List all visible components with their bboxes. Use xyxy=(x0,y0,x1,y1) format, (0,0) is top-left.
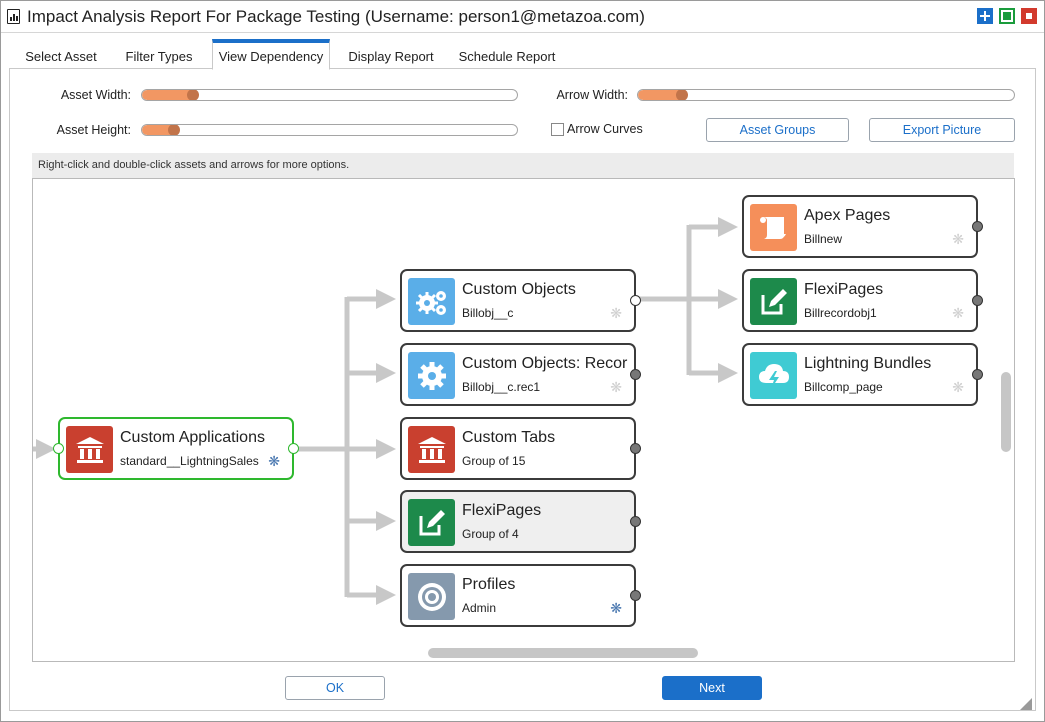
next-button[interactable]: Next xyxy=(662,676,762,700)
tab-select-asset[interactable]: Select Asset xyxy=(17,39,105,69)
output-port[interactable] xyxy=(972,221,983,232)
arrow-curves-label: Arrow Curves xyxy=(567,122,643,136)
arrow-curves-checkbox[interactable] xyxy=(551,123,564,136)
vertical-scrollbar[interactable] xyxy=(1001,372,1011,452)
asset-custom-applications[interactable]: Custom Applications standard__LightningS… xyxy=(53,417,299,480)
ok-button[interactable]: OK xyxy=(285,676,385,700)
target-icon xyxy=(408,573,455,620)
asset-title: Custom Objects xyxy=(462,281,576,298)
asterisk-icon: ❋ xyxy=(268,453,280,469)
asterisk-icon: ❋ xyxy=(952,379,964,395)
asset-profiles[interactable]: Profiles Admin ❋ xyxy=(400,564,641,627)
scroll-icon xyxy=(750,204,797,251)
slider-thumb[interactable] xyxy=(168,125,180,135)
arrow-width-label: Arrow Width: xyxy=(556,88,628,102)
output-port[interactable] xyxy=(288,443,299,454)
asset-title: Lightning Bundles xyxy=(804,355,932,372)
asset-width-slider[interactable] xyxy=(141,89,518,101)
asset-groups-button[interactable]: Asset Groups xyxy=(706,118,849,142)
asset-subtitle: Group of 15 xyxy=(462,454,526,468)
asset-subtitle: Group of 4 xyxy=(462,527,519,541)
asset-custom-object-record-types[interactable]: Custom Objects: Record Types Billobj__c.… xyxy=(400,343,641,406)
tab-schedule-report[interactable]: Schedule Report xyxy=(450,39,564,69)
asterisk-icon: ❋ xyxy=(952,231,964,247)
report-icon xyxy=(7,9,20,24)
asset-title: Custom Applications xyxy=(120,429,265,446)
asset-lightning-bundles[interactable]: Lightning Bundles Billcomp_page ❋ xyxy=(742,343,983,406)
asterisk-icon: ❋ xyxy=(610,379,622,395)
output-port[interactable] xyxy=(630,516,641,527)
output-port[interactable] xyxy=(630,295,641,306)
slider-fill xyxy=(142,90,193,100)
tab-filter-types[interactable]: Filter Types xyxy=(115,39,203,69)
asset-subtitle: Billobj__c.rec1 xyxy=(462,380,541,394)
asterisk-icon: ❋ xyxy=(952,305,964,321)
asset-title: FlexiPages xyxy=(804,281,884,298)
output-port[interactable] xyxy=(630,590,641,601)
asset-title: FlexiPages xyxy=(462,502,542,519)
asterisk-icon: ❋ xyxy=(610,305,622,321)
asset-apex-pages[interactable]: Apex Pages Billnew ❋ xyxy=(742,195,983,258)
slider-thumb[interactable] xyxy=(676,90,688,100)
impact-analysis-window: Impact Analysis Report For Package Testi… xyxy=(0,0,1045,722)
slider-thumb[interactable] xyxy=(187,90,199,100)
maximize-button[interactable] xyxy=(999,8,1015,24)
instructions-hint: Right-click and double-click assets and … xyxy=(32,153,1014,178)
asset-title: Custom Tabs xyxy=(462,429,556,446)
asset-width-label: Asset Width: xyxy=(60,88,131,102)
tab-view-dependency[interactable]: View Dependency xyxy=(212,39,330,70)
asset-flexipages-group[interactable]: FlexiPages Group of 4 xyxy=(400,490,641,553)
asset-subtitle: Billrecordobj1 xyxy=(804,306,877,320)
cloud-bolt-icon xyxy=(750,352,797,399)
edit-icon xyxy=(408,499,455,546)
asset-subtitle: Billnew xyxy=(804,232,843,246)
resize-grip[interactable] xyxy=(1020,698,1032,710)
window-title: Impact Analysis Report For Package Testi… xyxy=(27,7,645,26)
export-picture-button[interactable]: Export Picture xyxy=(869,118,1015,142)
input-port[interactable] xyxy=(53,443,64,454)
asset-custom-objects[interactable]: Custom Objects Billobj__c ❋ xyxy=(400,269,641,332)
asset-height-slider[interactable] xyxy=(141,124,518,136)
asset-flexipages[interactable]: FlexiPages Billrecordobj1 ❋ xyxy=(742,269,983,332)
output-port[interactable] xyxy=(972,295,983,306)
asset-title: Profiles xyxy=(462,576,516,593)
bank-icon xyxy=(66,426,113,473)
bank-icon xyxy=(408,426,455,473)
gears-icon xyxy=(408,278,455,325)
asset-subtitle: Admin xyxy=(462,601,497,615)
arrow-width-slider[interactable] xyxy=(637,89,1015,101)
tab-bar: Select Asset Filter Types View Dependenc… xyxy=(9,39,1036,70)
tab-display-report[interactable]: Display Report xyxy=(341,39,441,69)
close-button[interactable] xyxy=(1021,8,1037,24)
asset-custom-tabs[interactable]: Custom Tabs Group of 15 xyxy=(400,417,641,480)
output-port[interactable] xyxy=(630,369,641,380)
asset-subtitle: Billobj__c xyxy=(462,306,514,320)
add-window-button[interactable] xyxy=(977,8,993,24)
output-port[interactable] xyxy=(630,443,641,454)
asset-subtitle: Billcomp_page xyxy=(804,380,883,394)
asterisk-icon: ❋ xyxy=(610,600,622,616)
asset-height-label: Asset Height: xyxy=(56,123,131,137)
horizontal-scrollbar[interactable] xyxy=(428,648,698,658)
asset-title: Apex Pages xyxy=(804,207,891,224)
asset-subtitle: standard__LightningSales xyxy=(120,454,259,468)
gear-icon xyxy=(408,352,455,399)
title-bar: Impact Analysis Report For Package Testi… xyxy=(1,1,1044,33)
edit-icon xyxy=(750,278,797,325)
asset-title: Custom Objects: Record Types xyxy=(462,355,628,372)
dependency-canvas[interactable]: Custom Applications standard__LightningS… xyxy=(32,178,1015,662)
output-port[interactable] xyxy=(972,369,983,380)
